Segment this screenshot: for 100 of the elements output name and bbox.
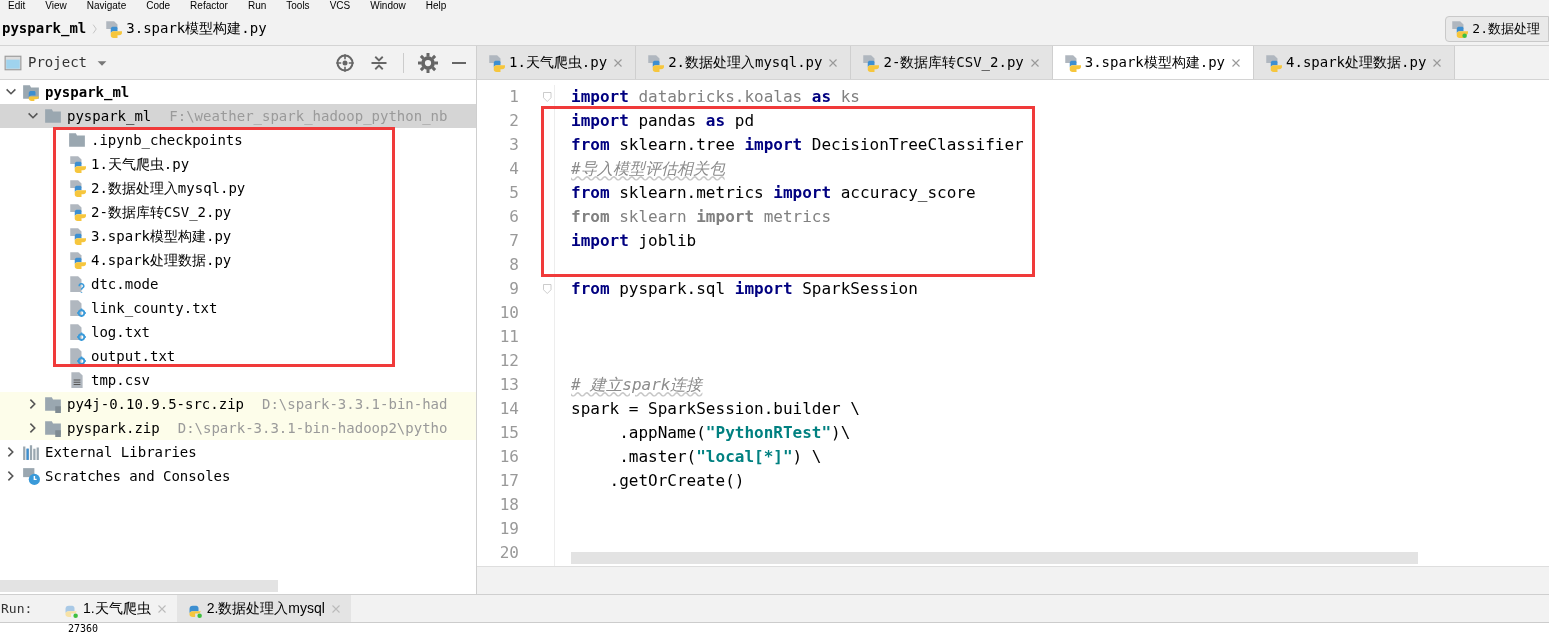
tree-row[interactable]: py4j-0.10.9.5-src.zip D:\spark-3.3.1-bin-had [0,392,476,416]
panel-title-dropdown[interactable]: Project [28,52,109,73]
line-number: 19 [498,518,519,540]
line-number: 9 [508,278,519,300]
tree-item-label: Scratches and Consoles [45,466,231,486]
python-icon [1450,20,1469,38]
console-output: 27360 [68,623,99,634]
unknown-file-icon [68,275,86,293]
tab-label: 3.spark模型构建.py [1084,53,1226,72]
tree-row[interactable]: 3.spark模型构建.py [0,224,476,248]
code-line: import joblib [571,230,698,252]
python-file-icon [68,251,86,269]
code-line: .getOrCreate() [608,470,746,492]
tree-item-label: 3.spark模型构建.py [91,226,232,246]
code-line: from sklearn.metrics import accuracy_score [571,182,977,204]
line-number: 14 [498,398,519,420]
line-number: 7 [508,230,519,252]
menu-item[interactable]: Tools [286,0,310,12]
python-file-icon [68,227,86,245]
tab-label: 4.spark处理数据.py [1286,53,1427,72]
python-file-icon [487,53,505,72]
code-line: import databricks.koalas as ks [571,86,861,108]
scrollbar[interactable] [571,552,1418,564]
editor-tab[interactable]: 2-数据库转CSV_2.py [851,46,1053,79]
editor-tab[interactable]: 2.数据处理入mysql.py [636,46,852,79]
tree-item-label: .ipynb_checkpoints [91,130,243,151]
menu-item[interactable]: Window [370,0,406,12]
menu-item[interactable]: VCS [329,0,351,12]
tree-item-label: log.txt [91,322,150,342]
gear-file-icon [68,347,86,365]
tree-item-label: pyspark_ml [67,106,152,127]
code-line: spark = SparkSession.builder \ [571,398,861,420]
tree-item-label: output.txt [91,346,176,366]
tree-row[interactable]: dtc.mode [0,272,476,296]
editor-tab[interactable]: 4.spark处理数据.py [1254,46,1456,79]
tree-row[interactable]: 2.数据处理入mysql.py [0,176,476,200]
tree-item-label: pyspark_ml [45,82,130,103]
python-file-icon [861,53,880,72]
line-number: 12 [498,350,519,372]
python-file-icon [646,53,665,72]
tree-row[interactable]: 4.spark处理数据.py [0,248,476,272]
line-number: 3 [508,134,519,156]
archive-folder-icon [44,419,62,437]
tree-row[interactable]: output.txt [0,344,476,368]
line-number: 15 [498,422,519,444]
line-number: 11 [498,326,519,348]
tab-label: 2.数据处理入mysql.py [668,53,823,72]
folder-icon [44,107,62,125]
menu-item[interactable]: Edit [8,0,26,12]
tree-row[interactable]: pyspark_ml F:\weather_spark_hadoop_python_nb [0,104,476,128]
run-config-selector[interactable]: 2.数据处理 [1445,16,1549,42]
text-file-icon [68,371,86,389]
tree-row[interactable]: link_county.txt [0,296,476,320]
line-number: 4 [508,158,519,180]
run-tab[interactable]: 2.数据处理入mysql [176,594,351,623]
line-number: 6 [508,206,519,228]
settings-icon [418,52,438,73]
tree-item-label: 1.天气爬虫.py [91,154,190,174]
minimize-icon[interactable] [452,61,466,64]
tree-row[interactable]: tmp.csv [0,368,476,392]
tree-row[interactable]: log.txt [0,320,476,344]
tab-label: 2-数据库转CSV_2.py [883,53,1024,73]
editor-tab[interactable]: 3.spark模型构建.py [1052,46,1255,79]
python-file-icon [1062,53,1081,72]
window-icon [4,53,22,72]
line-number: 10 [498,302,519,324]
tree-row[interactable]: pyspark_ml [0,80,476,104]
editor-tab[interactable]: 1.天气爬虫.py [477,46,637,79]
tree-row[interactable]: 1.天气爬虫.py [0,152,476,176]
menu-item[interactable]: Run [247,0,267,12]
menu-item[interactable]: Code [146,0,171,12]
line-number: 8 [508,254,519,276]
scratches-icon [22,467,40,485]
code-line: from pyspark.sql import SparkSession [571,278,919,300]
line-number: 16 [498,446,519,468]
crosshair-icon [335,52,355,73]
tab-label: 1.天气爬虫 [83,599,151,618]
tree-item-label: 4.spark处理数据.py [91,250,232,270]
gear-file-icon [68,299,86,317]
menu-item[interactable]: View [45,0,67,12]
menu-item[interactable]: Help [425,0,447,12]
line-number: 20 [498,542,519,564]
gear-file-icon [68,323,86,341]
tree-item-label: link_county.txt [91,298,218,319]
tree-item-label: tmp.csv [91,370,150,390]
python-folder-icon [22,83,40,101]
line-number: 17 [498,470,519,492]
tree-row[interactable]: 2-数据库转CSV_2.py [0,200,476,224]
tree-row[interactable]: Scratches and Consoles [0,464,476,488]
run-label: Run: [1,599,34,618]
menu-item[interactable]: Refactor [190,0,228,12]
breadcrumb[interactable]: 3.spark模型构建.py [126,18,267,39]
breadcrumb[interactable]: pyspark_ml [2,18,87,39]
tree-item-label: External Libraries [45,442,197,462]
tree-row[interactable]: pyspark.zip D:\spark-3.3.1-bin-hadoop2\pytho [0,416,476,440]
tree-row[interactable]: .ipynb_checkpoints [0,128,476,152]
scrollbar[interactable] [0,580,278,592]
tree-row[interactable]: External Libraries [0,440,476,464]
menu-item[interactable]: Navigate [86,0,127,12]
tab-label: 1.天气爬虫.py [509,53,608,72]
